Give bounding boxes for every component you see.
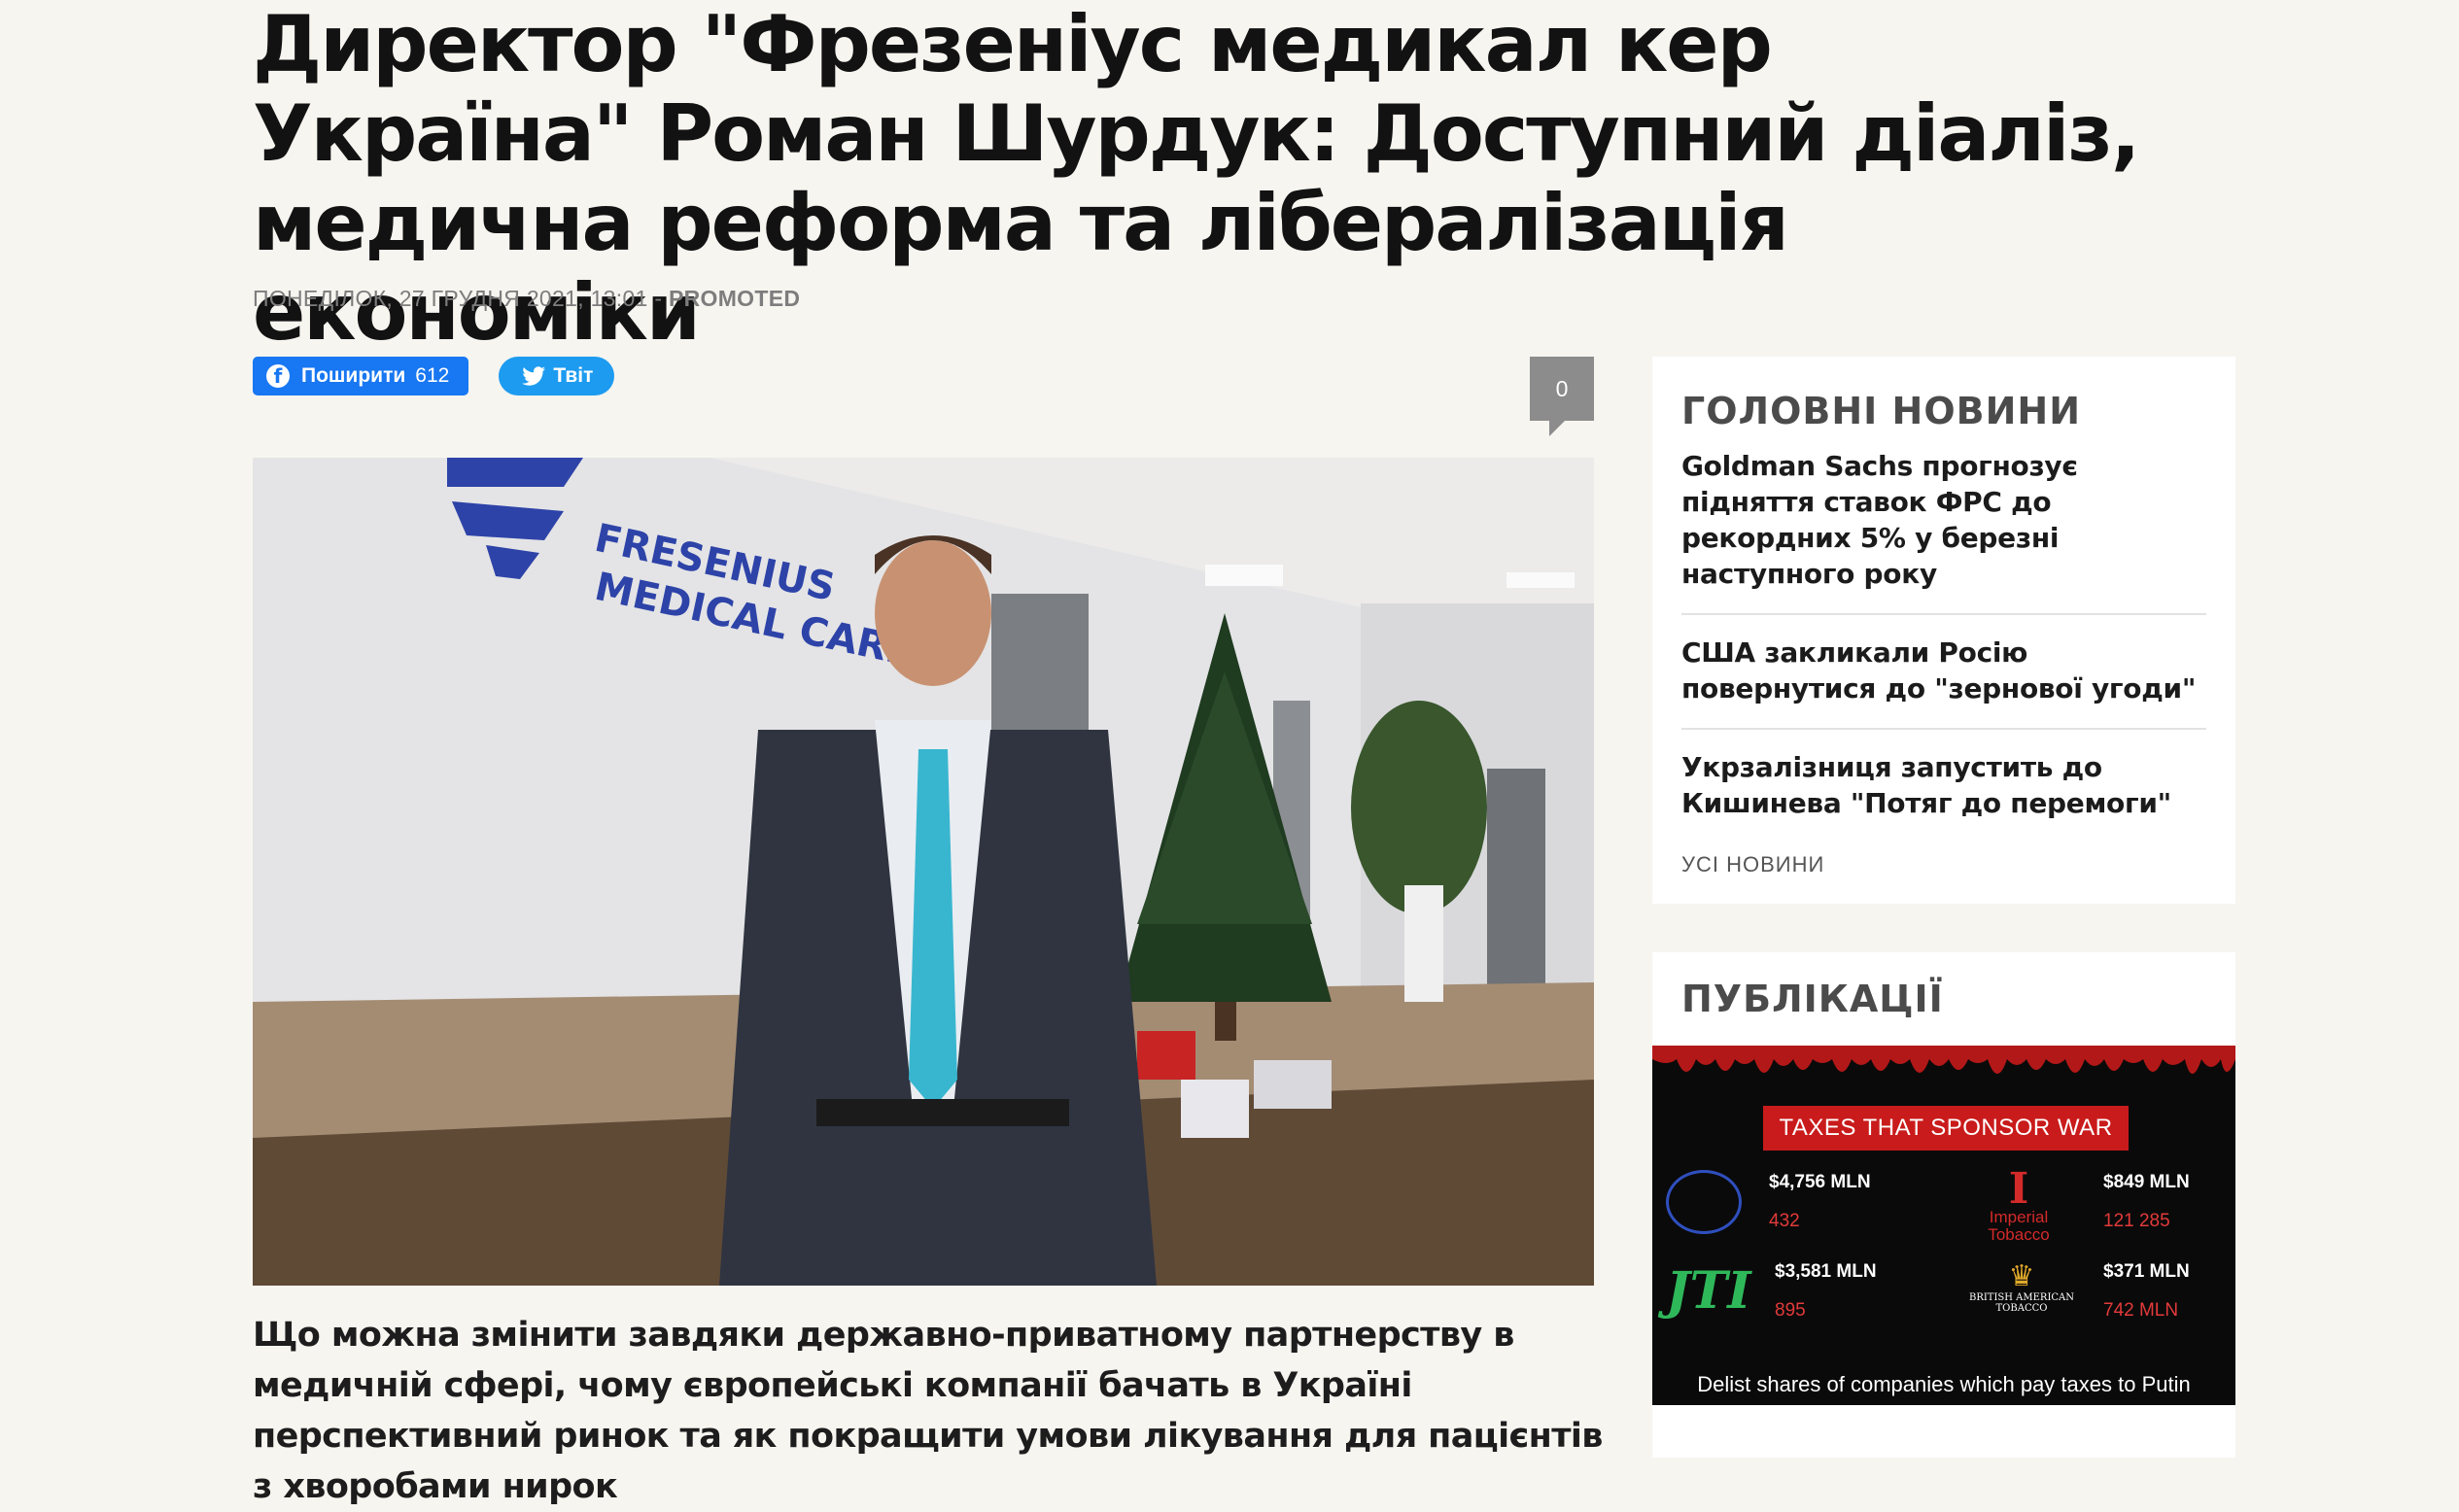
news-item[interactable]: США закликали Росію повернутися до "зерн… xyxy=(1681,635,2206,706)
jti-logo: JTI xyxy=(1666,1261,1751,1321)
promoted-label: PROMOTED xyxy=(668,286,801,311)
tweet-label: Твіт xyxy=(553,364,594,387)
tax-paid: 432 xyxy=(1769,1211,1800,1231)
twitter-bird-icon xyxy=(522,366,546,386)
tax-amount: $371 MLN xyxy=(2103,1261,2190,1282)
tax-entry: $3,581 MLN 895 xyxy=(1775,1261,1877,1322)
article-meta: ПОНЕДІЛОК, 27 ГРУДНЯ 2021, 13:01 - PROMO… xyxy=(253,286,800,312)
tax-amount: $4,756 MLN xyxy=(1769,1172,1871,1192)
comments-count: 0 xyxy=(1555,375,1569,401)
tax-paid: 121 285 xyxy=(2103,1211,2170,1231)
article-lead: Що можна змінити завдяки державно-приват… xyxy=(253,1316,1603,1506)
tweet-button[interactable]: Твіт xyxy=(499,357,615,395)
meta-separator: - xyxy=(647,286,669,311)
tax-amount: $849 MLN xyxy=(2103,1172,2190,1192)
tax-paid: 895 xyxy=(1775,1300,1806,1321)
tax-entry: $371 MLN 742 MLN xyxy=(2103,1261,2190,1322)
globe-logo-icon xyxy=(1666,1170,1742,1234)
tax-entry: $4,756 MLN 432 xyxy=(1769,1172,1871,1232)
publications-panel: ПУБЛІКАЦІЇ TAXES THAT SPONSOR WAR $4,756… xyxy=(1652,952,2235,1458)
promo-banner-ad[interactable]: TAXES THAT SPONSOR WAR $4,756 MLN 432 I … xyxy=(1652,1046,2235,1405)
all-news-link[interactable]: УСІ НОВИНИ xyxy=(1681,852,2206,877)
british-american-tobacco-logo: ♛ BRITISH AMERICAN TOBACCO xyxy=(1968,1259,2075,1315)
share-bar: f Поширити 612 Твіт xyxy=(253,357,615,395)
facebook-share-count: 612 xyxy=(415,364,450,387)
tax-amount: $3,581 MLN xyxy=(1775,1261,1877,1282)
blood-drips-decoration xyxy=(1652,1046,2235,1074)
article-date: ПОНЕДІЛОК, 27 ГРУДНЯ 2021, 13:01 xyxy=(253,286,648,311)
comments-count-badge[interactable]: 0 xyxy=(1530,357,1594,436)
news-item[interactable]: Укрзалізниця запустить до Кишинева "Потя… xyxy=(1681,749,2206,821)
top-news-heading: ГОЛОВНІ НОВИНИ xyxy=(1681,390,2081,432)
imperial-tobacco-logo: I Imperial Tobacco xyxy=(1988,1164,2050,1244)
news-item[interactable]: Goldman Sachs прогнозує підняття ставок … xyxy=(1681,448,2206,592)
promo-banner-title: TAXES THAT SPONSOR WAR xyxy=(1763,1106,2129,1151)
facebook-share-button[interactable]: f Поширити 612 xyxy=(253,357,469,395)
facebook-share-label: Поширити xyxy=(301,364,406,387)
publications-heading: ПУБЛІКАЦІЇ xyxy=(1681,978,1944,1020)
promo-footer-text: Delist shares of companies which pay tax… xyxy=(1697,1372,2191,1396)
facebook-icon: f xyxy=(266,364,290,388)
tax-paid: 742 MLN xyxy=(2103,1300,2179,1321)
article-photo-illustration: FRESENIUS MEDICAL CARE xyxy=(253,458,1594,1286)
top-news-panel: ГОЛОВНІ НОВИНИ Goldman Sachs прогнозує п… xyxy=(1652,357,2235,904)
article-photo: FRESENIUS MEDICAL CARE xyxy=(253,458,1594,1286)
tax-entry: $849 MLN 121 285 xyxy=(2103,1172,2190,1232)
